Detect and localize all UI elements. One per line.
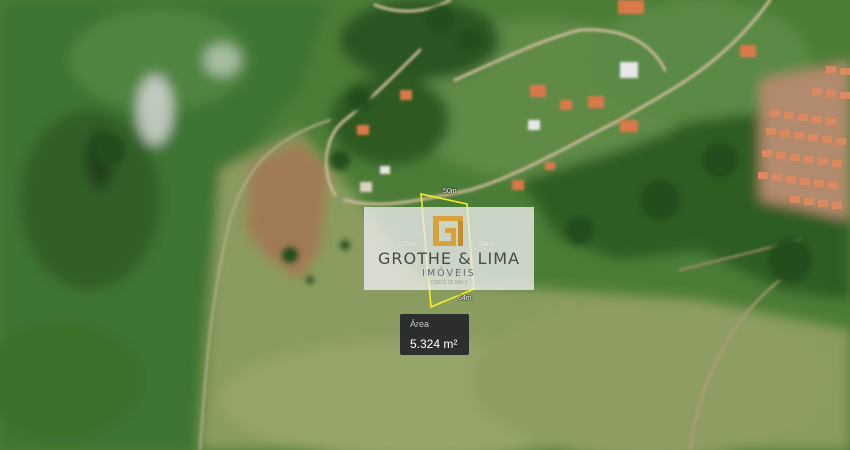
brand-subtitle: IMÓVEIS	[422, 268, 476, 279]
brand-name: GROTHE & LIMA	[377, 249, 521, 268]
brand-creci: CRECI 35.840-J	[430, 280, 468, 286]
plot-top-dimension: 50m	[443, 188, 457, 195]
plot-bottom-dimension: 64m	[458, 295, 472, 302]
area-value: 5.324 m²	[410, 337, 458, 351]
map-view[interactable]: 50m 64m 64m 125m GROTHE & LIMA IMÓVEIS C…	[0, 0, 850, 450]
area-label: Área	[410, 319, 430, 329]
brand-watermark: GROTHE & LIMA IMÓVEIS CRECI 35.840-J	[364, 207, 534, 290]
gl-monogram-icon	[433, 216, 463, 246]
area-info-card: Área 5.324 m²	[400, 314, 469, 355]
